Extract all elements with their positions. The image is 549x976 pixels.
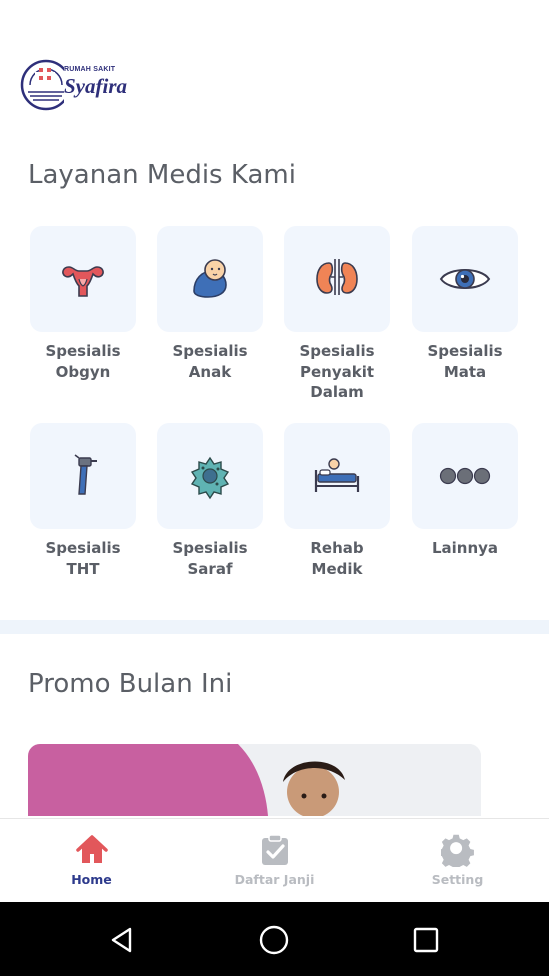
service-label: Spesialis Anak (172, 342, 248, 381)
neuron-icon (190, 456, 230, 500)
nav-home[interactable]: Home (0, 819, 183, 903)
service-label: Spesialis Penyakit Dalam (299, 342, 375, 401)
service-obgyn[interactable]: Spesialis Obgyn (29, 226, 137, 382)
bottom-nav: Home Daftar Janji Setting (0, 818, 549, 902)
service-label: Spesialis Saraf (172, 539, 248, 578)
back-triangle-icon (111, 927, 132, 953)
gear-icon (440, 834, 474, 867)
service-saraf[interactable]: Spesialis Saraf (156, 423, 264, 579)
home-icon (75, 835, 108, 863)
service-tht[interactable]: Spesialis THT (29, 423, 137, 579)
eye-icon (439, 269, 491, 289)
services-title: Layanan Medis Kami (28, 160, 296, 190)
service-tile[interactable] (284, 226, 390, 332)
promo-banner[interactable] (28, 744, 481, 816)
system-back-button[interactable] (100, 918, 144, 962)
service-tile[interactable] (412, 226, 518, 332)
service-tile[interactable] (30, 226, 136, 332)
service-tile[interactable] (284, 423, 390, 529)
system-recents-button[interactable] (404, 918, 448, 962)
clipboard-check-icon (261, 834, 288, 865)
service-rehab-medik[interactable]: Rehab Medik (283, 423, 391, 579)
logo-subtitle: RUMAH SAKIT (64, 66, 116, 73)
service-label: Rehab Medik (310, 539, 364, 578)
service-label: Spesialis Mata (427, 342, 503, 381)
service-mata[interactable]: Spesialis Mata (411, 226, 519, 382)
service-tile[interactable] (157, 226, 263, 332)
hospital-logo: RUMAH SAKIT Syafira (20, 56, 138, 114)
promo-image (28, 744, 481, 816)
nav-daftar-janji-label: Daftar Janji (234, 872, 315, 887)
otoscope-icon (74, 454, 97, 495)
system-nav-bar (0, 902, 549, 976)
logo-name: Syafira (64, 74, 127, 98)
home-circle-icon (259, 925, 289, 955)
kidney-icon (316, 259, 358, 295)
service-tile[interactable] (30, 423, 136, 529)
recents-square-icon (413, 927, 439, 953)
baby-icon (193, 259, 227, 298)
service-tile[interactable] (412, 423, 518, 529)
service-label: Spesialis Obgyn (45, 342, 121, 381)
service-anak[interactable]: Spesialis Anak (156, 226, 264, 382)
hospital-bed-icon (314, 458, 360, 492)
service-penyakit-dalam[interactable]: Spesialis Penyakit Dalam (283, 226, 391, 403)
system-home-button[interactable] (252, 918, 296, 962)
service-label: Lainnya (431, 539, 499, 557)
nav-daftar-janji[interactable]: Daftar Janji (183, 819, 366, 903)
nav-home-label: Home (71, 872, 112, 887)
uterus-icon (62, 266, 104, 297)
promo-title: Promo Bulan Ini (28, 669, 233, 699)
more-dots-icon (439, 467, 491, 485)
hospital-emblem-icon (20, 59, 72, 111)
nav-setting[interactable]: Setting (366, 819, 549, 903)
service-label: Spesialis THT (45, 539, 121, 578)
service-lainnya[interactable]: Lainnya (411, 423, 519, 559)
service-tile[interactable] (157, 423, 263, 529)
section-divider (0, 620, 549, 634)
nav-setting-label: Setting (431, 872, 484, 887)
